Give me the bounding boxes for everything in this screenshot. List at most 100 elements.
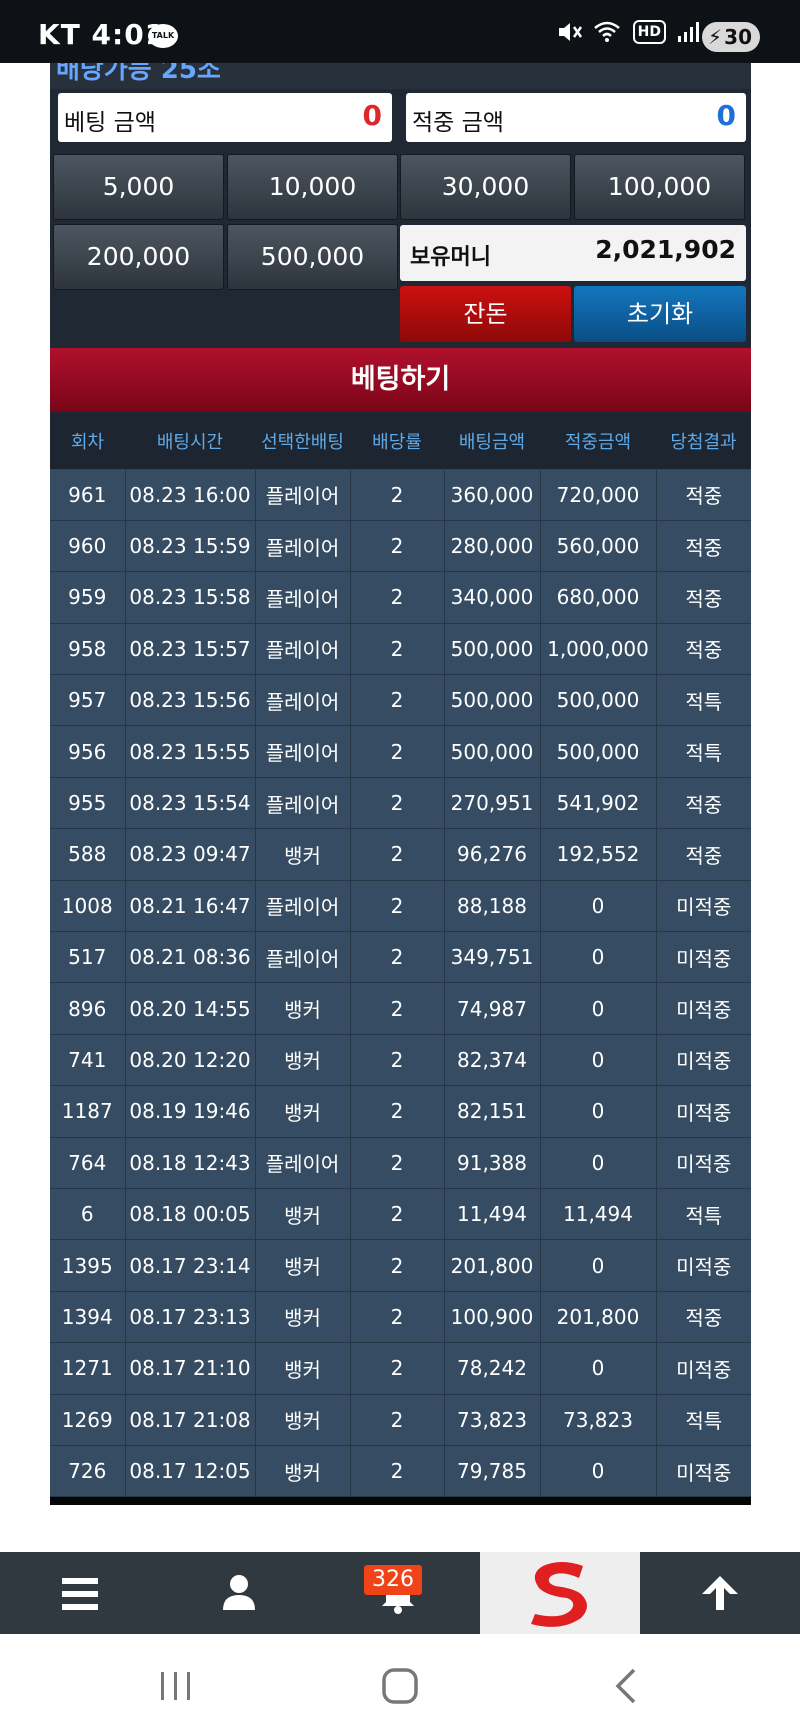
- status-bar: KT 4:01 TALK HD ⚡ 30: [0, 0, 800, 63]
- chip-100000-button[interactable]: 100,000: [574, 154, 745, 220]
- table-cell: 08.23 15:56: [125, 674, 256, 727]
- result-cell: 미적중: [656, 1085, 751, 1138]
- table-row: 955 08.23 15:54 플레이어 2 270,951 541,902 적중: [50, 777, 751, 830]
- table-cell: 1,000,000: [540, 623, 657, 676]
- charging-bolt-icon: ⚡: [708, 25, 723, 49]
- table-cell: 956: [50, 725, 126, 778]
- table-cell: 680,000: [540, 571, 657, 624]
- table-cell: 0: [540, 931, 657, 984]
- table-cell: 08.23 15:57: [125, 623, 256, 676]
- result-cell: 미적중: [656, 1342, 751, 1395]
- result-cell: 적특: [656, 674, 751, 727]
- table-cell: 73,823: [540, 1394, 657, 1446]
- carrier-name: KT: [38, 18, 81, 51]
- table-cell: 2: [350, 725, 445, 778]
- table-cell: 08.20 14:55: [125, 982, 256, 1035]
- place-bet-button[interactable]: 베팅하기: [50, 348, 751, 412]
- reset-button[interactable]: 초기화: [574, 286, 746, 342]
- table-row: 1395 08.17 23:14 뱅커 2 201,800 0 미적중: [50, 1239, 751, 1292]
- kakaotalk-icon: TALK: [148, 24, 178, 48]
- table-cell: 2: [350, 982, 445, 1035]
- table-row: 957 08.23 15:56 플레이어 2 500,000 500,000 적특: [50, 674, 751, 727]
- table-cell: 0: [540, 1342, 657, 1395]
- table-cell: 349,751: [444, 931, 541, 984]
- chip-500000-button[interactable]: 500,000: [227, 224, 398, 290]
- table-cell: 517: [50, 931, 126, 984]
- table-cell: 08.23 09:47: [125, 828, 256, 881]
- scroll-top-button[interactable]: [680, 1552, 760, 1634]
- recent-apps-icon[interactable]: [158, 1668, 194, 1704]
- table-cell: 500,000: [540, 674, 657, 727]
- table-cell: 08.23 15:58: [125, 571, 256, 624]
- holding-money-label: 보유머니: [410, 245, 491, 270]
- table-cell: 08.23 16:00: [125, 469, 256, 521]
- table-cell: 08.17 23:13: [125, 1291, 256, 1344]
- table-cell: 192,552: [540, 828, 657, 881]
- chip-30000-button[interactable]: 30,000: [400, 154, 571, 220]
- table-cell: 08.17 23:14: [125, 1239, 256, 1292]
- profile-button[interactable]: [200, 1552, 280, 1634]
- result-cell: 미적중: [656, 931, 751, 984]
- table-row: 588 08.23 09:47 뱅커 2 96,276 192,552 적중: [50, 828, 751, 881]
- back-icon[interactable]: [610, 1666, 640, 1706]
- table-cell: 500,000: [444, 623, 541, 676]
- panel-bottom-border: [50, 1497, 751, 1505]
- column-header: 회차: [50, 414, 125, 470]
- table-cell: 2: [350, 931, 445, 984]
- menu-icon: [62, 1578, 98, 1610]
- bet-history-body: 961 08.23 16:00 플레이어 2 360,000 720,000 적중 960 08…: [50, 469, 751, 1498]
- chip-5000-button[interactable]: 5,000: [53, 154, 224, 220]
- table-cell: 11,494: [444, 1188, 541, 1241]
- holding-money-value: 2,021,902: [595, 235, 736, 264]
- result-cell: 미적중: [656, 1137, 751, 1189]
- table-cell: 1271: [50, 1342, 126, 1395]
- table-cell: 82,374: [444, 1034, 541, 1087]
- home-icon[interactable]: [380, 1666, 420, 1706]
- chip-200000-button[interactable]: 200,000: [53, 224, 224, 290]
- table-row: 958 08.23 15:57 플레이어 2 500,000 1,000,000 적중: [50, 623, 751, 676]
- table-cell: 0: [540, 1085, 657, 1138]
- table-cell: 2: [350, 1034, 445, 1087]
- table-cell: 360,000: [444, 469, 541, 521]
- table-cell: 08.23 15:54: [125, 777, 256, 830]
- table-row: 1271 08.17 21:10 뱅커 2 78,242 0 미적중: [50, 1342, 751, 1395]
- table-cell: 08.23 15:55: [125, 725, 256, 778]
- table-cell: 91,388: [444, 1137, 541, 1189]
- table-cell: 0: [540, 880, 657, 933]
- table-cell: 2: [350, 1239, 445, 1292]
- table-cell: 74,987: [444, 982, 541, 1035]
- table-row: 726 08.17 12:05 뱅커 2 79,785 0 미적중: [50, 1445, 751, 1498]
- site-logo-button[interactable]: [480, 1552, 640, 1634]
- table-cell: 0: [540, 1034, 657, 1087]
- table-row: 1187 08.19 19:46 뱅커 2 82,151 0 미적중: [50, 1085, 751, 1138]
- result-cell: 적중: [656, 520, 751, 573]
- table-cell: 100,900: [444, 1291, 541, 1344]
- column-header: 당첨결과: [656, 414, 751, 470]
- menu-button[interactable]: [40, 1552, 120, 1634]
- column-header: 적중금액: [540, 414, 656, 470]
- holding-money-box: 보유머니 2,021,902: [400, 225, 746, 281]
- table-row: 764 08.18 12:43 플레이어 2 91,388 0 미적중: [50, 1137, 751, 1189]
- table-cell: 플레이어: [255, 623, 351, 676]
- table-cell: 08.21 08:36: [125, 931, 256, 984]
- mute-icon: [558, 23, 582, 41]
- win-amount-label: 적중 금액: [412, 110, 504, 136]
- chip-10000-button[interactable]: 10,000: [227, 154, 398, 220]
- table-cell: 0: [540, 1445, 657, 1498]
- table-cell: 2: [350, 469, 445, 521]
- table-cell: 08.18 12:43: [125, 1137, 256, 1189]
- table-row: 6 08.18 00:05 뱅커 2 11,494 11,494 적특: [50, 1188, 751, 1241]
- result-cell: 적특: [656, 725, 751, 778]
- table-row: 956 08.23 15:55 플레이어 2 500,000 500,000 적특: [50, 725, 751, 778]
- result-cell: 적중: [656, 571, 751, 624]
- bet-history-header: 회차 배팅시간 선택한배팅 배당률 배팅금액 적중금액 당첨결과: [50, 414, 751, 470]
- table-cell: 2: [350, 1445, 445, 1498]
- table-cell: 플레이어: [255, 674, 351, 727]
- table-cell: 2: [350, 1137, 445, 1189]
- balance-button[interactable]: 잔돈: [400, 286, 571, 342]
- table-cell: 2: [350, 777, 445, 830]
- system-nav-bar: [0, 1634, 800, 1734]
- column-header: 배당률: [350, 414, 444, 470]
- win-amount-value: 0: [716, 99, 736, 132]
- table-cell: 뱅커: [255, 1239, 351, 1292]
